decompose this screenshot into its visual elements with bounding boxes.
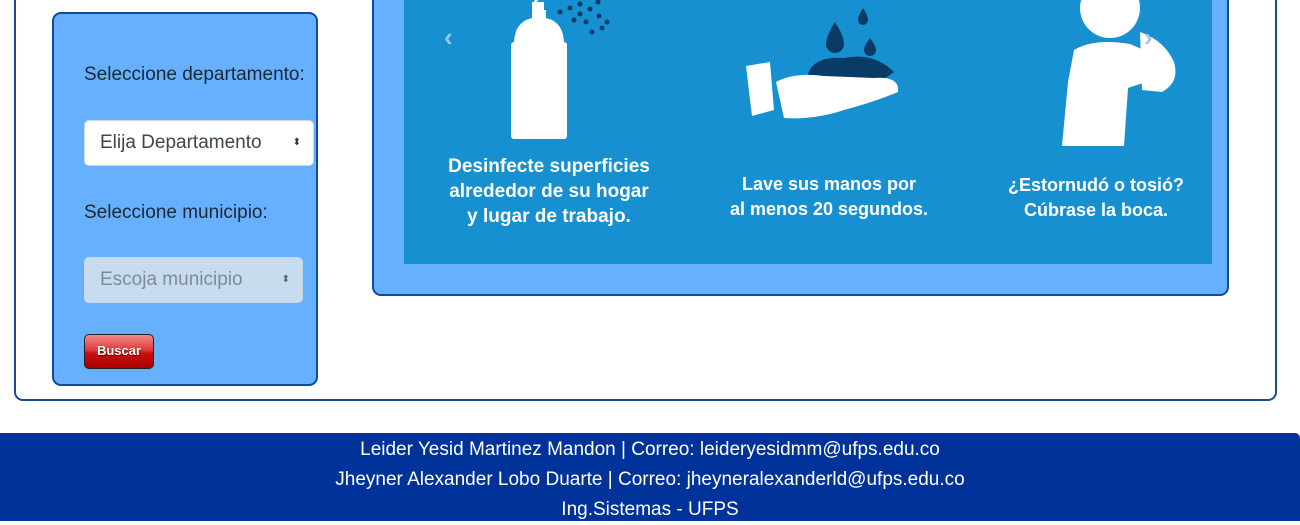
water-drops-icon [808, 8, 894, 87]
select-arrows-icon: ⬍ [292, 137, 301, 148]
municipality-select[interactable]: Escoja municipio ⬍ [84, 257, 303, 303]
caption-disinfect: Desinfecte superficies alrededor de su h… [448, 156, 650, 227]
spray-droplets [557, 0, 610, 35]
caption-cover-mouth: ¿Estornudó o tosió? Cúbrase la boca. [1008, 175, 1184, 220]
carousel-next-button[interactable]: › [1144, 22, 1153, 53]
select-arrows-icon: ⬍ [281, 274, 290, 285]
search-form-panel: Seleccione departamento: Elija Departame… [52, 12, 318, 386]
municipality-select-value: Escoja municipio [100, 269, 243, 290]
footer-author-1: Leider Yesid Martinez Mandon | Correo: l… [360, 439, 940, 460]
municipality-label: Seleccione municipio: [84, 202, 268, 223]
footer-author-2: Jheyner Alexander Lobo Duarte | Correo: … [335, 469, 965, 490]
footer: Leider Yesid Martinez Mandon | Correo: l… [0, 433, 1300, 521]
search-button[interactable]: Buscar [84, 334, 154, 369]
carousel-prev-button[interactable]: ‹ [444, 22, 453, 53]
spray-bottle-icon [511, 0, 567, 139]
department-label: Seleccione departamento: [84, 64, 305, 85]
department-select[interactable]: Elija Departamento ⬍ [84, 120, 314, 166]
department-select-value: Elija Departamento [100, 132, 262, 153]
carousel-panel: ‹ › Desinfecte superficies alrededor de … [372, 0, 1229, 296]
caption-wash-hands: Lave sus manos por al menos 20 segundos. [729, 174, 929, 219]
carousel-slide: ‹ › Desinfecte superficies alrededor de … [404, 0, 1212, 264]
person-coughing-icon [1062, 0, 1176, 146]
